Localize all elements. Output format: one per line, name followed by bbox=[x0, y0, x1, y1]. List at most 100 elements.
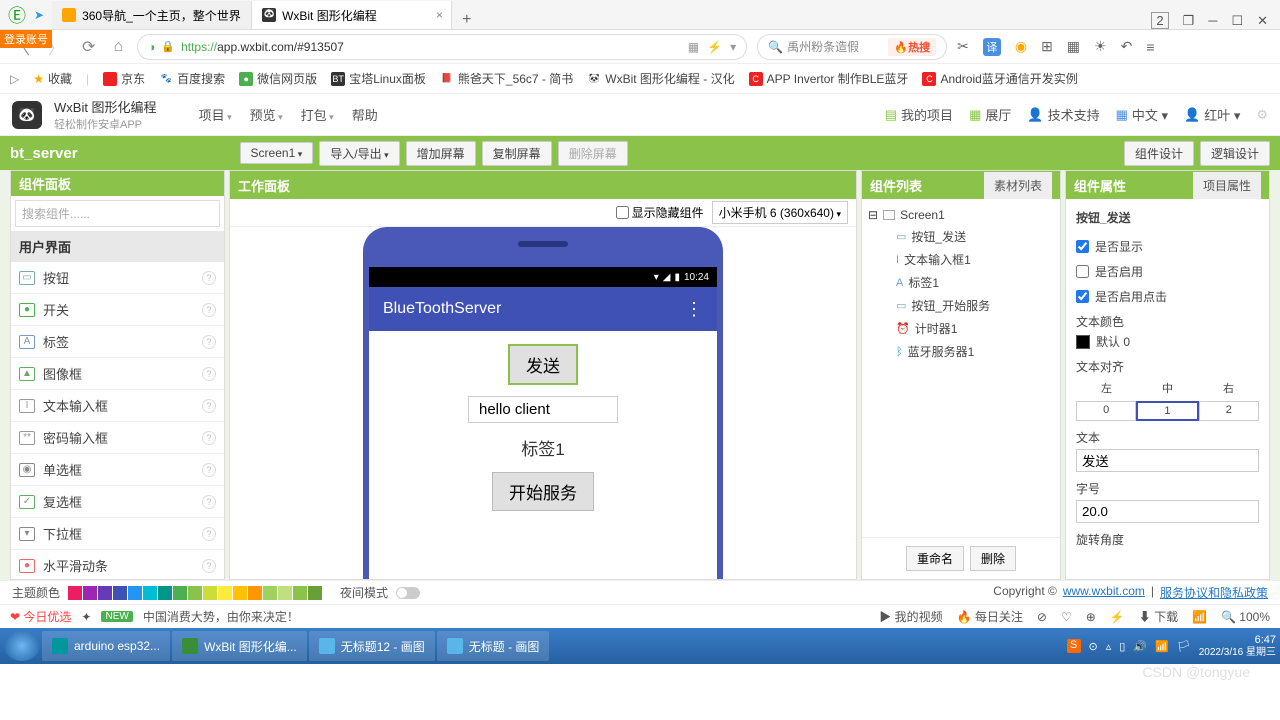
sun-icon[interactable]: ☀ bbox=[1094, 38, 1107, 55]
palette-item[interactable]: ✓复选框? bbox=[11, 486, 224, 518]
preview-label1[interactable]: 标签1 bbox=[521, 435, 564, 460]
theme-color-swatch[interactable] bbox=[173, 586, 187, 600]
tray-icon[interactable]: ▯ bbox=[1119, 640, 1125, 653]
nav-language[interactable]: ▦中文 ▾ bbox=[1116, 105, 1168, 124]
menu-package[interactable]: 打包 bbox=[301, 105, 334, 124]
project-props-tab[interactable]: 项目属性 bbox=[1193, 172, 1261, 199]
status-item[interactable]: ⚡ bbox=[1110, 610, 1125, 624]
taskbar-item[interactable]: arduino esp32... bbox=[42, 631, 170, 661]
theme-color-swatch[interactable] bbox=[263, 586, 277, 600]
qr-icon[interactable]: ▦ bbox=[688, 40, 699, 54]
import-export-button[interactable]: 导入/导出 bbox=[319, 141, 399, 166]
add-screen-button[interactable]: 增加屏幕 bbox=[406, 141, 476, 166]
tree-item[interactable]: ᛒ蓝牙服务器1 bbox=[894, 340, 1056, 363]
apps-icon[interactable]: ▦ bbox=[1067, 38, 1080, 55]
help-icon[interactable]: ? bbox=[202, 463, 216, 477]
palette-item[interactable]: A标签? bbox=[11, 326, 224, 358]
today-picks[interactable]: ❤ 今日优选 bbox=[10, 608, 71, 625]
status-item[interactable]: ⊘ bbox=[1037, 610, 1047, 624]
theme-color-swatch[interactable] bbox=[218, 586, 232, 600]
theme-color-swatch[interactable] bbox=[188, 586, 202, 600]
palette-item[interactable]: ▲图像框? bbox=[11, 358, 224, 390]
status-item[interactable]: 📶 bbox=[1192, 610, 1207, 624]
bookmark-fav[interactable]: ★收藏 bbox=[33, 70, 72, 87]
show-hidden-checkbox[interactable]: 显示隐藏组件 bbox=[616, 204, 704, 221]
tree-item[interactable]: I文本输入框1 bbox=[894, 248, 1056, 271]
theme-color-swatch[interactable] bbox=[83, 586, 97, 600]
status-item[interactable]: ⬇ 下载 bbox=[1139, 608, 1178, 625]
bookmark-item[interactable]: 🐾百度搜索 bbox=[159, 70, 225, 87]
dropdown-icon[interactable]: ▾ bbox=[730, 40, 736, 54]
help-icon[interactable]: ? bbox=[202, 367, 216, 381]
nav-home-icon[interactable]: ⌂ bbox=[109, 38, 127, 56]
prop-visible[interactable]: 是否显示 bbox=[1076, 234, 1259, 259]
nav-my-projects[interactable]: ▤我的项目 bbox=[885, 105, 953, 124]
bookmark-item[interactable]: 📕熊爸天下_56c7 - 简书 bbox=[440, 70, 573, 87]
taskbar-item[interactable]: 无标题12 - 画图 bbox=[309, 631, 435, 661]
help-icon[interactable]: ? bbox=[202, 495, 216, 509]
logic-view-button[interactable]: 逻辑设计 bbox=[1200, 141, 1270, 166]
prop-enabled[interactable]: 是否启用 bbox=[1076, 259, 1259, 284]
palette-item[interactable]: ▾下拉框? bbox=[11, 518, 224, 550]
status-item[interactable]: ▶ 我的视频 bbox=[879, 608, 942, 625]
window-close-icon[interactable]: ✕ bbox=[1257, 13, 1268, 29]
color-swatch-icon[interactable] bbox=[1076, 335, 1090, 349]
align-right[interactable]: 2 bbox=[1199, 401, 1259, 421]
palette-item[interactable]: **密码输入框? bbox=[11, 422, 224, 454]
night-toggle[interactable] bbox=[396, 587, 420, 599]
help-icon[interactable]: ? bbox=[202, 527, 216, 541]
start-button[interactable] bbox=[4, 631, 40, 661]
window-restore-icon[interactable]: ❐ bbox=[1183, 13, 1195, 29]
help-icon[interactable]: ? bbox=[202, 431, 216, 445]
bookmark-item[interactable]: 京东 bbox=[103, 70, 145, 87]
bookmarks-toggle-icon[interactable]: ▷ bbox=[10, 72, 19, 86]
design-view-button[interactable]: 组件设计 bbox=[1124, 141, 1194, 166]
bookmark-item[interactable]: CAPP Invertor 制作BLE蓝牙 bbox=[749, 70, 909, 87]
site-link[interactable]: www.wxbit.com bbox=[1063, 584, 1145, 601]
help-icon[interactable]: ? bbox=[202, 335, 216, 349]
close-tab-icon[interactable]: × bbox=[436, 8, 443, 22]
scissors-icon[interactable]: ✂ bbox=[957, 38, 969, 55]
nav-gallery[interactable]: ▦展厅 bbox=[969, 105, 1011, 124]
nav-support[interactable]: 👤技术支持 bbox=[1027, 105, 1099, 124]
tree-item[interactable]: ▭按钮_开始服务 bbox=[894, 294, 1056, 317]
nav-user[interactable]: 👤红叶 ▾ bbox=[1184, 105, 1240, 124]
send-icon[interactable]: ➤ bbox=[34, 8, 44, 22]
new-tab-button[interactable]: + bbox=[452, 11, 481, 29]
component-search-input[interactable]: 搜索组件...... bbox=[15, 200, 220, 227]
status-item[interactable]: 🔥 每日关注 bbox=[957, 608, 1023, 625]
collapse-icon[interactable]: ⊟ bbox=[868, 208, 878, 222]
taskbar-item[interactable]: 无标题 - 画图 bbox=[437, 631, 550, 661]
menu-preview[interactable]: 预览 bbox=[250, 105, 283, 124]
news-ticker[interactable]: 中国消费大势，由你来决定！ bbox=[143, 608, 299, 625]
theme-color-swatch[interactable] bbox=[158, 586, 172, 600]
tree-root[interactable]: ⊟ Screen1 bbox=[866, 205, 1056, 225]
copy-screen-button[interactable]: 复制屏幕 bbox=[482, 141, 552, 166]
taskbar-item[interactable]: WxBit 图形化编... bbox=[172, 631, 307, 661]
status-item[interactable]: ♡ bbox=[1061, 610, 1072, 624]
help-icon[interactable]: ? bbox=[202, 303, 216, 317]
theme-color-swatch[interactable] bbox=[68, 586, 82, 600]
browser-search-input[interactable]: 🔍 禹州粉条造假 🔥热搜 bbox=[757, 34, 947, 60]
preview-button-send[interactable]: 发送 bbox=[509, 345, 577, 384]
theme-color-swatch[interactable] bbox=[278, 586, 292, 600]
bookmark-item[interactable]: 🐼WxBit 图形化编程 - 汉化 bbox=[587, 70, 734, 87]
translate-icon[interactable]: 译 bbox=[983, 38, 1001, 56]
browser-tab-0[interactable]: 360导航_一个主页，整个世界 bbox=[52, 1, 252, 29]
theme-color-swatch[interactable] bbox=[233, 586, 247, 600]
prop-text-input[interactable] bbox=[1076, 449, 1259, 472]
palette-item[interactable]: ●水平滑动条? bbox=[11, 550, 224, 579]
prop-clickable[interactable]: 是否启用点击 bbox=[1076, 284, 1259, 309]
extension-icon[interactable]: ⊞ bbox=[1041, 38, 1053, 55]
settings-icon[interactable]: ⚙ bbox=[1256, 107, 1268, 123]
tree-item[interactable]: ⏰计时器1 bbox=[894, 317, 1056, 340]
help-icon[interactable]: ? bbox=[202, 399, 216, 413]
theme-color-swatch[interactable] bbox=[248, 586, 262, 600]
bookmark-item[interactable]: CAndroid蓝牙通信开发实例 bbox=[922, 70, 1077, 87]
assets-tab[interactable]: 素材列表 bbox=[984, 172, 1052, 199]
palette-item[interactable]: ●开关? bbox=[11, 294, 224, 326]
device-selector[interactable]: 小米手机 6 (360x640) bbox=[712, 201, 848, 224]
align-center[interactable]: 1 bbox=[1136, 401, 1198, 421]
align-left[interactable]: 0 bbox=[1076, 401, 1136, 421]
preview-button-start[interactable]: 开始服务 bbox=[492, 472, 594, 511]
